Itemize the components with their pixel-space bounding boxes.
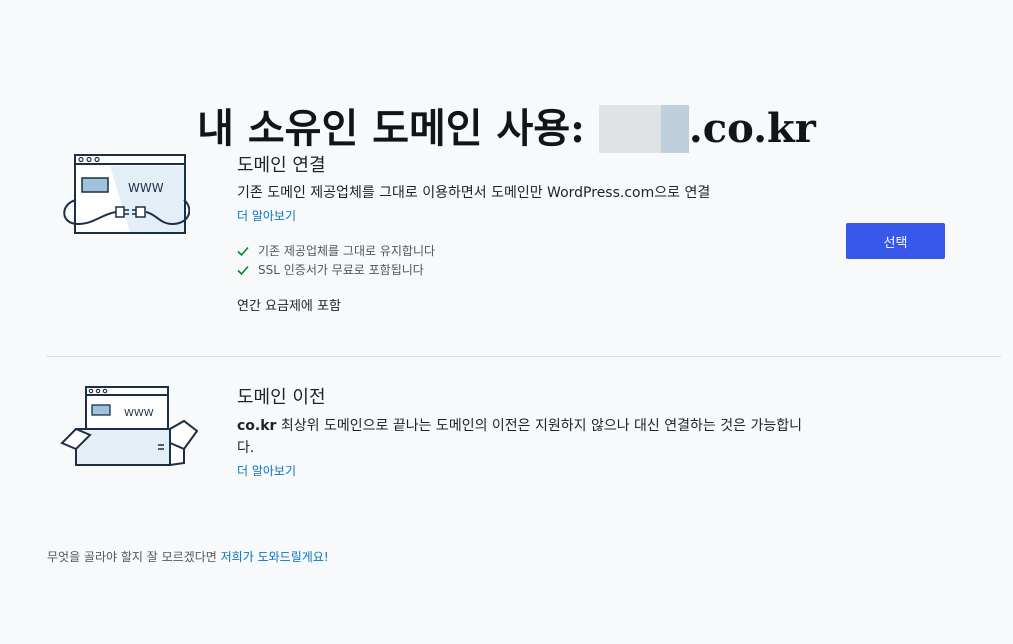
help-footer: 무엇을 골라야 할지 잘 모르겠다면 저희가 도와드릴게요! (47, 548, 329, 565)
browser-box-illustration: WWW (60, 385, 202, 469)
feature-text: 기존 제공업체를 그대로 유지합니다 (258, 244, 436, 258)
feature-text: SSL 인증서가 무료로 포함됩니다 (258, 263, 424, 277)
feature-item: 기존 제공업체를 그대로 유지합니다 (236, 241, 435, 260)
help-text: 무엇을 골라야 할지 잘 모르겠다면 (47, 550, 221, 564)
transfer-description: co.kr 최상위 도메인으로 끝나는 도메인의 이전은 지원하지 않으나 대신… (237, 415, 807, 459)
help-link[interactable]: 저희가 도와드릴게요! (221, 550, 329, 564)
transfer-title: 도메인 이전 (237, 387, 326, 408)
select-connect-button[interactable]: 선택 (846, 223, 945, 259)
connect-title: 도메인 연결 (237, 155, 326, 176)
page-title: 내 소유인 도메인 사용: .co.kr (0, 101, 1013, 157)
connect-learn-more-link[interactable]: 더 알아보기 (237, 208, 296, 224)
redacted-domain-name (598, 104, 661, 153)
tld-name: co.kr (237, 418, 277, 434)
checkmark-icon (237, 246, 249, 256)
page-title-prefix: 내 소유인 도메인 사용: (197, 104, 585, 152)
checkmark-icon (237, 265, 249, 275)
browser-plug-icon: WWW (63, 154, 190, 234)
page-title-domain-suffix: .co.kr (688, 104, 816, 152)
browser-plug-illustration: WWW (60, 152, 190, 238)
options-divider (46, 356, 1001, 357)
feature-item: SSL 인증서가 무료로 포함됩니다 (236, 260, 435, 279)
redacted-domain-name-end (660, 104, 689, 153)
transfer-description-text: 최상위 도메인으로 끝나는 도메인의 이전은 지원하지 않으나 대신 연결하는 … (237, 418, 802, 456)
connect-feature-list: 기존 제공업체를 그대로 유지합니다 SSL 인증서가 무료로 포함됩니다 (236, 241, 435, 279)
www-label: WWW (124, 408, 154, 419)
transfer-learn-more-link[interactable]: 더 알아보기 (237, 463, 296, 479)
connect-description: 기존 도메인 제공업체를 그대로 이용하면서 도메인만 WordPress.co… (237, 185, 711, 201)
www-label: WWW (128, 181, 164, 195)
connect-price-note: 연간 요금제에 포함 (237, 299, 341, 314)
browser-box-icon: WWW (60, 386, 199, 467)
